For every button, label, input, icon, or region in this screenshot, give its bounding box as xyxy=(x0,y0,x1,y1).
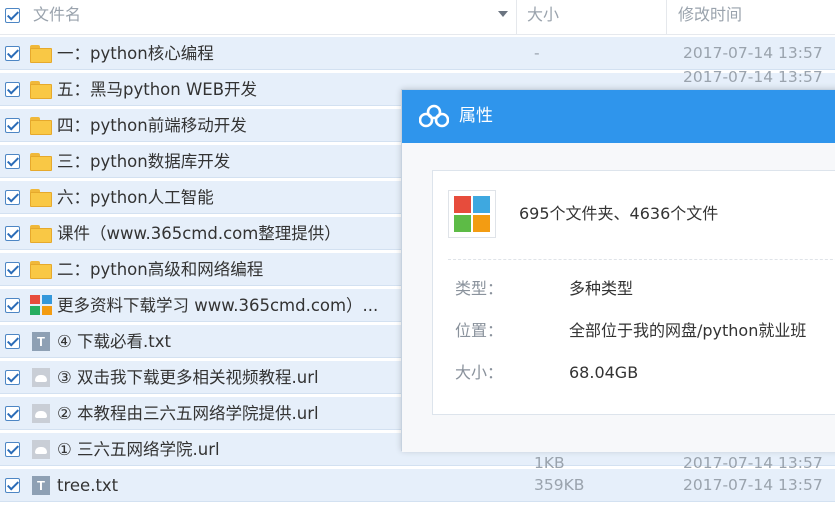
file-row[interactable]: T tree.txt 359KB 2017-07-14 13:57 xyxy=(0,469,835,502)
txt-file-icon: T xyxy=(30,475,52,495)
type-label: 类型： xyxy=(455,279,504,298)
url-file-icon xyxy=(30,403,52,423)
size-column-header[interactable]: 大小 xyxy=(527,0,559,34)
file-name[interactable]: 课件（www.365cmd.com整理提供） xyxy=(57,217,341,250)
row-checkbox[interactable] xyxy=(5,154,20,169)
dialog-title: 属性 xyxy=(459,106,493,126)
archive-icon xyxy=(30,295,52,315)
cloud-logo-icon xyxy=(419,104,449,128)
row-checkbox[interactable] xyxy=(5,298,20,313)
file-name[interactable]: ③ 双击我下载更多相关视频教程.url xyxy=(57,361,319,394)
location-label: 位置： xyxy=(455,321,504,340)
url-file-icon xyxy=(30,367,52,387)
file-name[interactable]: 五：黑马python WEB开发 xyxy=(57,73,257,106)
dialog-body: 695个文件夹、4636个文件 类型： 多种类型 位置： 全部位于我的网盘/py… xyxy=(402,143,835,452)
row-checkbox[interactable] xyxy=(5,406,20,421)
folder-icon xyxy=(30,79,52,99)
file-list-header: 文件名 大小 修改时间 xyxy=(0,0,835,35)
row-checkbox[interactable] xyxy=(5,226,20,241)
column-divider xyxy=(516,0,517,34)
file-size: 359KB xyxy=(534,476,585,494)
row-checkbox[interactable] xyxy=(5,262,20,277)
file-date: 2017-07-14 13:57 xyxy=(683,476,823,494)
folder-icon xyxy=(30,115,52,135)
divider xyxy=(448,259,835,260)
file-name[interactable]: 更多资料下载学习 www.365cmd.com）... xyxy=(57,289,378,322)
file-name[interactable]: ④ 下载必看.txt xyxy=(57,325,171,358)
file-name[interactable]: 六：python人工智能 xyxy=(57,181,214,214)
column-divider xyxy=(666,0,667,34)
file-name[interactable]: 四：python前端移动开发 xyxy=(57,109,247,142)
dialog-title-bar[interactable]: 属性 xyxy=(402,90,835,143)
selection-summary: 695个文件夹、4636个文件 xyxy=(519,204,719,223)
row-checkbox[interactable] xyxy=(5,82,20,97)
folder-icon xyxy=(30,187,52,207)
size-label: 大小： xyxy=(455,363,504,382)
row-checkbox[interactable] xyxy=(5,370,20,385)
file-name[interactable]: 三：python数据库开发 xyxy=(57,145,230,178)
row-checkbox[interactable] xyxy=(5,442,20,457)
file-name[interactable]: ② 本教程由三六五网络学院提供.url xyxy=(57,397,319,430)
row-checkbox[interactable] xyxy=(5,190,20,205)
row-checkbox[interactable] xyxy=(5,334,20,349)
row-checkbox[interactable] xyxy=(5,478,20,493)
properties-dialog: 属性 695个文件夹、4636个文件 类型： 多种类型 位置： 全部位于我的网盘… xyxy=(401,89,835,452)
file-name[interactable]: 二：python高级和网络编程 xyxy=(57,253,263,286)
file-name[interactable]: tree.txt xyxy=(57,469,118,502)
row-checkbox[interactable] xyxy=(5,118,20,133)
multi-file-icon xyxy=(448,190,496,238)
txt-file-icon: T xyxy=(30,331,52,351)
file-size: - xyxy=(534,44,540,62)
sort-arrow-icon[interactable] xyxy=(498,11,508,17)
type-value: 多种类型 xyxy=(569,279,634,298)
folder-icon xyxy=(30,43,52,63)
size-value: 68.04GB xyxy=(569,363,639,382)
properties-card: 695个文件夹、4636个文件 类型： 多种类型 位置： 全部位于我的网盘/py… xyxy=(432,170,835,415)
location-value: 全部位于我的网盘/python就业班 xyxy=(569,321,807,340)
folder-icon xyxy=(30,259,52,279)
file-name[interactable]: 一：python核心编程 xyxy=(57,37,214,70)
name-column-header[interactable]: 文件名 xyxy=(33,0,81,34)
file-name[interactable]: ① 三六五网络学院.url xyxy=(57,433,220,466)
select-all-checkbox[interactable] xyxy=(5,8,20,23)
url-file-icon xyxy=(30,439,52,459)
row-checkbox[interactable] xyxy=(5,46,20,61)
time-column-header[interactable]: 修改时间 xyxy=(678,0,742,34)
folder-icon xyxy=(30,223,52,243)
folder-icon xyxy=(30,151,52,171)
